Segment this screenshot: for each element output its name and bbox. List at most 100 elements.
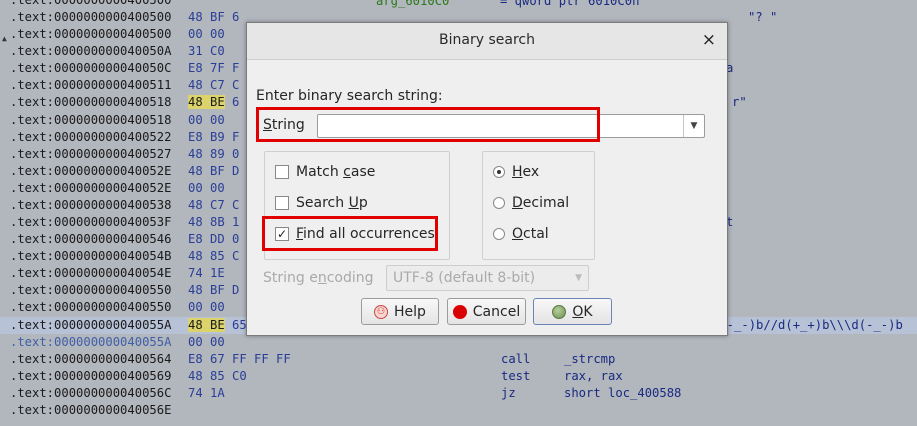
ok-icon [552, 304, 567, 319]
encoding-select: UTF-8 (default 8-bit) ▼ [386, 265, 589, 291]
line-bytes: 00 00 [188, 180, 225, 195]
line-operands: rax, rax [564, 368, 623, 383]
line-address: .text:000000000040056E [10, 402, 172, 417]
disasm-line[interactable]: .text:000000000040056E [0, 402, 917, 419]
search-string-combobox[interactable]: ▼ [317, 114, 705, 138]
match-case-checkbox[interactable]: Match case [275, 164, 375, 180]
line-address: .text:000000000040055A [10, 334, 172, 349]
line-bytes: 48 C7 C [188, 197, 240, 212]
octal-radio[interactable]: Octal [493, 226, 549, 242]
line-bytes: 74 1E [188, 266, 225, 281]
search-prompt-label: Enter binary search string: [256, 88, 443, 104]
line-mnemonic: jz [501, 385, 516, 400]
line-tail: "? " [748, 10, 778, 25]
match-case-label: Match case [296, 164, 376, 180]
disasm-line[interactable]: .text:000000000040056C 74 1A jz short loc_4… [0, 385, 917, 402]
search-up-checkbox[interactable]: Search Up [275, 195, 368, 211]
hex-radio[interactable]: Hex [493, 164, 539, 180]
line-address: .text:0000000000400511 [10, 78, 172, 93]
line-address: .text:000000000040054E [10, 266, 172, 281]
line-address: .text:0000000000400538 [10, 197, 172, 212]
line-address: .text:0000000000400522 [10, 129, 172, 144]
line-bytes: E8 B9 F [188, 129, 240, 144]
line-bytes: 48 85 C [188, 249, 240, 264]
line-bytes: 74 1A [188, 385, 225, 400]
string-label: String [263, 117, 305, 133]
line-bytes: E8 67 FF FF FF [188, 351, 291, 366]
check-icon[interactable]: ✓ [275, 227, 289, 241]
line-bytes: 48 8B 1 [188, 215, 240, 230]
line-address: .text:000000000040050A [10, 44, 172, 59]
search-up-box[interactable] [275, 196, 289, 210]
line-bytes: 48 BF D [188, 283, 240, 298]
cancel-icon [452, 304, 467, 319]
find-all-label: Find all occurrences [296, 226, 435, 242]
line-address: .text:0000000000400546 [10, 232, 172, 247]
line-address: .text:000000000040056C [10, 385, 172, 400]
cancel-button[interactable]: Cancel [447, 298, 526, 325]
line-bytes: 00 00 [188, 334, 225, 349]
line-address: .text:0000000000400564 [10, 351, 172, 366]
line-mnemonic: test [501, 368, 531, 383]
line-bytes: 48 85 C0 [188, 368, 247, 383]
dialog-titlebar[interactable]: Binary search × [247, 23, 727, 60]
line-address: .text:0000000000400518 [10, 95, 172, 110]
disasm-line[interactable]: .text:000000000040055A 00 00 [0, 334, 917, 351]
line-address: .text:0000000000400500 [10, 0, 172, 7]
line-address: .text:0000000000400550 [10, 300, 172, 315]
ok-button[interactable]: OK [533, 298, 612, 325]
encoding-chevron-icon: ▼ [575, 273, 582, 283]
line-operands: _strcmp [564, 351, 616, 366]
line-bytes: 00 00 [188, 112, 225, 127]
line-address: .text:000000000040053F [10, 215, 172, 230]
find-all-checkbox[interactable]: ✓ Find all occurrences [275, 226, 435, 242]
line-address: .text:0000000000400550 [10, 283, 172, 298]
dialog-title: Binary search [439, 32, 535, 48]
line-address: .text:000000000040054B [10, 249, 172, 264]
line-bytes: 48 BE 6 [188, 95, 240, 110]
disasm-line[interactable]: .text:0000000000400500 [0, 0, 917, 9]
binary-search-dialog: Binary search × Enter binary search stri… [246, 22, 728, 336]
line-address: .text:000000000040052E [10, 163, 172, 178]
line-address: .text:0000000000400527 [10, 146, 172, 161]
decimal-label: Decimal [512, 195, 570, 211]
help-icon: ⚇ [374, 304, 389, 319]
cancel-label: Cancel [472, 303, 521, 320]
match-case-box[interactable] [275, 165, 289, 179]
line-address: .text:0000000000400569 [10, 368, 172, 383]
disasm-line[interactable]: .text:0000000000400569 48 85 C0 test rax, r… [0, 368, 917, 385]
ok-label: OK [572, 303, 593, 320]
line-bytes: 31 C0 [188, 44, 225, 59]
decimal-radio-dot[interactable] [493, 197, 505, 209]
line-bytes: E8 DD 0 [188, 232, 240, 247]
line-bytes: E8 7F F [188, 61, 240, 76]
hex-label: Hex [512, 164, 540, 180]
line-address: .text:0000000000400500 [10, 10, 172, 25]
line-address: .text:000000000040052E [10, 180, 172, 195]
search-up-label: Search Up [296, 195, 368, 211]
line-address: .text:0000000000400518 [10, 112, 172, 127]
help-button[interactable]: ⚇ Help [361, 298, 439, 325]
line-tail: r" [732, 95, 747, 110]
line-bytes: 48 89 0 [188, 146, 240, 161]
line-bytes: 00 00 [188, 300, 225, 315]
line-bytes: 48 BF 6 [188, 10, 240, 25]
octal-label: Octal [512, 226, 549, 242]
encoding-value: UTF-8 (default 8-bit) [393, 270, 536, 286]
line-bytes: 00 00 [188, 27, 225, 42]
encoding-label: String encoding [263, 270, 374, 286]
help-label: Help [394, 303, 426, 320]
line-address: .text:000000000040050C [10, 61, 172, 76]
line-address: .text:0000000000400500 [10, 27, 172, 42]
close-icon[interactable]: × [702, 30, 716, 50]
line-bytes: 48 BF D [188, 163, 240, 178]
hex-radio-dot[interactable] [493, 166, 505, 178]
line-bytes: 48 C7 C [188, 78, 240, 93]
line-operands: short loc_400588 [564, 385, 682, 400]
octal-radio-dot[interactable] [493, 228, 505, 240]
disasm-line[interactable]: .text:0000000000400564 E8 67 FF FF FF call… [0, 351, 917, 368]
line-mnemonic: call [501, 351, 531, 366]
chevron-down-icon[interactable]: ▼ [683, 115, 704, 137]
line-address: .text:000000000040055A [10, 317, 172, 332]
decimal-radio[interactable]: Decimal [493, 195, 569, 211]
